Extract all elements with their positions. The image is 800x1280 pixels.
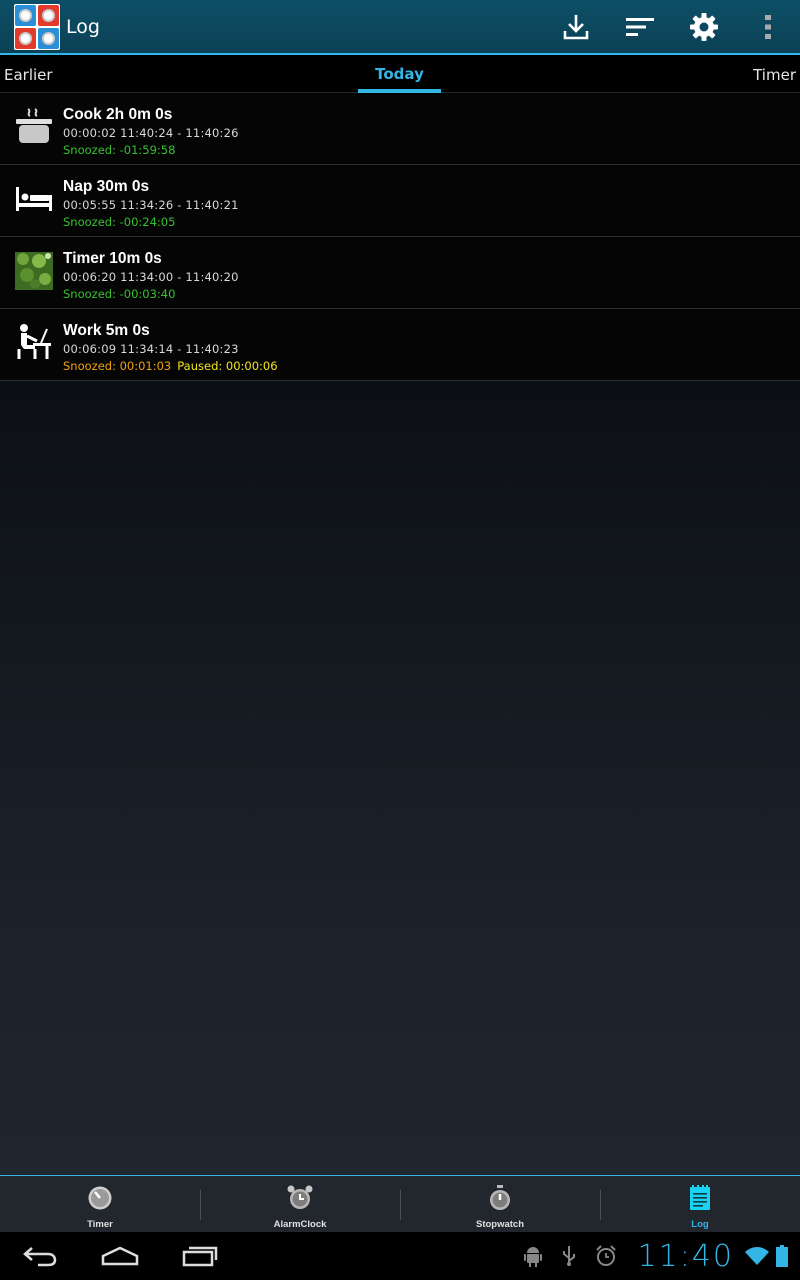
nav-label: Log [691,1219,709,1230]
nav-label: Stopwatch [475,1219,525,1230]
leaf-photo-icon [15,251,53,291]
tab-timer[interactable]: Timer [753,57,796,93]
desk-worker-icon [15,323,53,363]
wifi-icon [745,1247,769,1265]
back-icon [23,1247,57,1267]
list-item[interactable]: Nap 30m 0s 00:05:55 11:34:26 - 11:40:21 … [0,165,800,237]
home-icon [101,1246,139,1266]
stopwatch-icon [490,1185,510,1210]
cooking-pot-icon [15,107,53,147]
usb-icon [562,1246,575,1266]
paused-text: Paused: 00:00:06 [177,359,278,373]
tab-strip: Earlier Today Timer [0,57,800,93]
alarm-clock-icon [287,1185,313,1209]
action-bar: Log [0,0,800,55]
download-icon [563,14,589,39]
android-debug-icon [523,1247,542,1267]
timer-icon [88,1186,112,1210]
log-times: 00:05:55 11:34:26 - 11:40:21 [63,198,239,212]
overflow-menu-button[interactable] [736,0,800,53]
bed-icon [15,179,53,219]
nav-stopwatch[interactable]: Stopwatch [400,1176,600,1232]
snoozed-text: Snoozed: -00:24:05 [63,215,176,229]
overflow-menu-icon [765,14,771,39]
sort-icon [626,17,654,36]
status-clock: 11:40 [637,1238,734,1274]
log-list: Cook 2h 0m 0s 00:00:02 11:40:24 - 11:40:… [0,93,800,1175]
log-title: Cook 2h 0m 0s [63,106,173,123]
app-logo-icon[interactable] [14,3,60,50]
settings-button[interactable] [672,0,736,53]
home-button[interactable] [80,1232,160,1280]
log-times: 00:00:02 11:40:24 - 11:40:26 [63,126,239,140]
alarm-status-icon [595,1245,616,1266]
back-button[interactable] [0,1232,80,1280]
log-title: Timer 10m 0s [63,250,162,267]
tab-today[interactable]: Today [358,57,441,93]
nav-label: AlarmClock [273,1219,327,1230]
list-item[interactable]: Timer 10m 0s 00:06:20 11:34:00 - 11:40:2… [0,237,800,309]
list-item[interactable]: Work 5m 0s 00:06:09 11:34:14 - 11:40:23 … [0,309,800,381]
tab-earlier[interactable]: Earlier [4,57,53,93]
log-notepad-icon [690,1185,710,1210]
nav-alarmclock[interactable]: AlarmClock [200,1176,400,1232]
system-bar: 11:40 [0,1232,800,1280]
recents-button[interactable] [160,1232,240,1280]
log-times: 00:06:20 11:34:00 - 11:40:20 [63,270,239,284]
snoozed-text: Snoozed: -00:03:40 [63,287,176,301]
snoozed-text: Snoozed: 00:01:03 [63,359,172,373]
list-item[interactable]: Cook 2h 0m 0s 00:00:02 11:40:24 - 11:40:… [0,93,800,165]
sort-button[interactable] [608,0,672,53]
gear-icon [690,12,718,41]
nav-label: Timer [87,1219,113,1230]
export-button[interactable] [544,0,608,53]
log-title: Nap 30m 0s [63,178,150,195]
log-title: Work 5m 0s [63,322,150,339]
nav-log[interactable]: Log [600,1176,800,1232]
log-times: 00:06:09 11:34:14 - 11:40:23 [63,342,239,356]
snoozed-text: Snoozed: -01:59:58 [63,143,176,157]
page-title: Log [66,15,100,38]
battery-icon [776,1245,788,1267]
nav-timer[interactable]: Timer [0,1176,200,1232]
bottom-navigation: Timer AlarmClock Stopwatch Log [0,1175,800,1232]
recent-apps-icon [182,1246,218,1267]
